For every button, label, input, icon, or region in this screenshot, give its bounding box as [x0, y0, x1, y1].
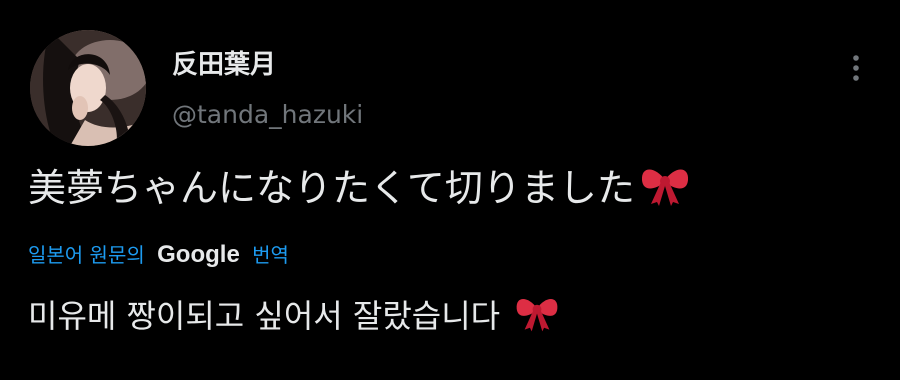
ribbon-icon	[639, 160, 691, 221]
user-handle[interactable]: @tanda_hazuki	[172, 100, 363, 129]
more-vertical-icon[interactable]	[846, 52, 866, 84]
tweet-card[interactable]: 反田葉月 @tanda_hazuki 美夢ちゃんになりたくて切りました 일본어 …	[0, 0, 900, 380]
translation-label[interactable]: 번역	[252, 243, 289, 267]
ribbon-icon	[514, 290, 560, 346]
display-name[interactable]: 反田葉月	[172, 44, 276, 81]
avatar[interactable]	[30, 30, 146, 146]
translation-attribution: 일본어 원문의 Google 번역	[28, 240, 289, 270]
google-logo: Google	[157, 241, 240, 268]
translation-source-label[interactable]: 일본어 원문의	[28, 243, 145, 267]
tweet-text: 美夢ちゃんになりたくて切りました	[28, 160, 691, 221]
translated-text: 미유메 짱이되고 싶어서 잘랐습니다	[28, 290, 560, 346]
avatar-photo	[30, 30, 146, 146]
tweet-body: 美夢ちゃんになりたくて切りました	[28, 166, 635, 210]
translated-body: 미유메 짱이되고 싶어서 잘랐습니다	[28, 297, 501, 335]
